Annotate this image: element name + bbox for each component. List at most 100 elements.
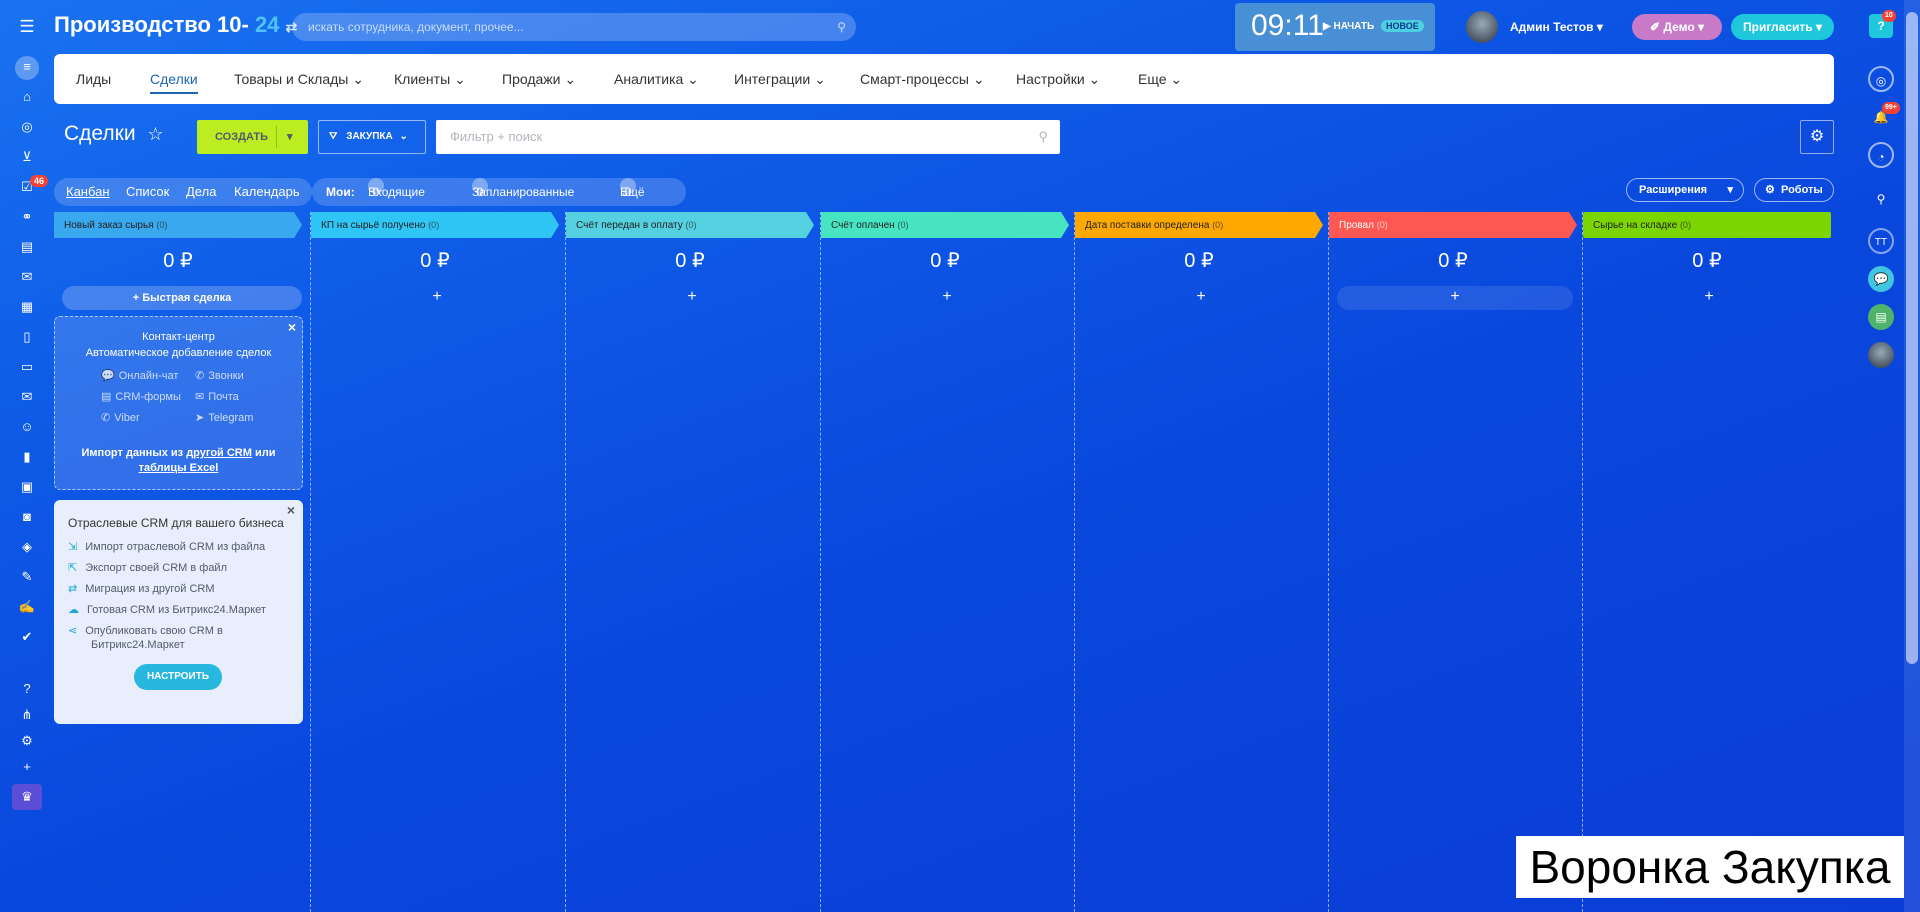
user-avatar-small[interactable] bbox=[1868, 342, 1894, 368]
settings-button[interactable]: ⚙ bbox=[1800, 120, 1834, 154]
industry-item[interactable]: ⇄ Миграция из другой CRM bbox=[68, 582, 215, 595]
view-kanban[interactable]: Канбан bbox=[66, 178, 110, 206]
industry-item[interactable]: ⇲ Импорт отраслевой CRM из файла bbox=[68, 540, 265, 553]
search-icon[interactable]: ⚲ bbox=[837, 13, 846, 41]
tab-leads[interactable]: Лиды bbox=[76, 54, 111, 104]
worktime-widget[interactable]: 09:11 ▶ НАЧАТЬ НОВОЕ bbox=[1235, 3, 1435, 51]
robot-icon[interactable]: ◙ bbox=[16, 506, 38, 528]
search-icon[interactable]: ⚲ bbox=[1038, 120, 1048, 154]
import-other-crm-link[interactable]: другой CRM bbox=[186, 447, 252, 459]
crown-icon[interactable]: ♛ bbox=[12, 784, 42, 810]
chart-icon[interactable]: ▮ bbox=[16, 446, 38, 468]
plus-icon[interactable]: + bbox=[16, 756, 38, 778]
column-header[interactable]: Дата поставки определена (0) bbox=[1075, 212, 1323, 238]
add-deal-button[interactable]: + bbox=[1591, 286, 1827, 310]
create-dropdown-icon[interactable]: ▾ bbox=[287, 120, 293, 154]
view-activities[interactable]: Дела bbox=[186, 178, 216, 206]
industry-item[interactable]: ⇱ Экспорт своей CRM в файл bbox=[68, 561, 227, 574]
add-deal-button[interactable]: + bbox=[319, 286, 555, 310]
add-deal-button[interactable]: + bbox=[1337, 286, 1573, 310]
star-icon[interactable]: ☆ bbox=[147, 124, 163, 144]
import-excel-link[interactable]: таблицы Excel bbox=[139, 462, 219, 474]
quick-deal-button[interactable]: + Быстрая сделка bbox=[62, 286, 302, 310]
counter-more[interactable]: 0 Ещё ⌄ bbox=[620, 178, 645, 206]
add-deal-button[interactable]: + bbox=[574, 286, 810, 310]
document-icon[interactable]: ▤ bbox=[16, 236, 38, 258]
check-circle-icon[interactable]: ✔ bbox=[16, 626, 38, 648]
global-search-input[interactable]: искать сотрудника, документ, прочее... ⚲ bbox=[292, 13, 856, 41]
tab-settings[interactable]: Настройки ⌄ bbox=[1016, 54, 1100, 104]
user-menu[interactable]: Админ Тестов ▾ bbox=[1510, 20, 1603, 34]
mail-icon[interactable]: ✉ bbox=[16, 386, 38, 408]
cart-icon[interactable]: ⊻ bbox=[16, 146, 38, 168]
add-deal-button[interactable]: + bbox=[829, 286, 1065, 310]
group-icon[interactable]: ☺ bbox=[16, 416, 38, 438]
messages-icon[interactable]: ◔ bbox=[1868, 142, 1894, 168]
tab-analytics[interactable]: Аналитика ⌄ bbox=[614, 54, 699, 104]
copilot-icon[interactable]: ◎ bbox=[1868, 66, 1894, 92]
column-header[interactable]: КП на сырьё получено (0) bbox=[311, 212, 559, 238]
demo-button[interactable]: ✐ Демо ▾ bbox=[1632, 14, 1722, 40]
tab-more[interactable]: Еще ⌄ bbox=[1138, 54, 1182, 104]
sign-icon[interactable]: ✍ bbox=[16, 596, 38, 618]
tab-deals[interactable]: Сделки bbox=[150, 54, 198, 104]
robots-button[interactable]: ⚙ Роботы bbox=[1754, 178, 1834, 202]
industry-item[interactable]: ☁ Готовая CRM из Битрикс24.Маркет bbox=[68, 603, 266, 616]
search-icon[interactable]: ⚲ bbox=[1868, 186, 1894, 212]
pipeline-button[interactable]: ⛛ ЗАКУПКА ⌄ bbox=[318, 120, 426, 154]
edit-icon[interactable]: ✎ bbox=[16, 566, 38, 588]
user-name: Админ Тестов bbox=[1510, 20, 1594, 34]
filter-icon[interactable]: ≡ bbox=[15, 56, 39, 80]
user-initials[interactable]: ТТ bbox=[1868, 228, 1894, 254]
calendar-icon[interactable]: ▦ bbox=[16, 296, 38, 318]
column-count: (0) bbox=[1376, 220, 1388, 230]
channel-mail[interactable]: ✉ Почта bbox=[195, 390, 239, 403]
target-icon[interactable]: ◎ bbox=[16, 116, 38, 138]
scrollbar-thumb[interactable] bbox=[1906, 12, 1918, 664]
filter-search-input[interactable]: Фильтр + поиск ⚲ bbox=[436, 120, 1060, 154]
channel-crm-forms[interactable]: ▤ CRM-формы bbox=[101, 390, 181, 403]
drive-icon[interactable]: ▭ bbox=[16, 356, 38, 378]
extensions-button[interactable]: Расширения ▾ bbox=[1626, 178, 1744, 202]
contact-icon[interactable]: ▣ bbox=[16, 476, 38, 498]
channel-viber[interactable]: ✆ Viber bbox=[101, 411, 140, 424]
chat-icon[interactable]: 💬 bbox=[1868, 266, 1894, 292]
user-avatar[interactable] bbox=[1466, 11, 1498, 43]
view-calendar[interactable]: Календарь bbox=[234, 178, 300, 206]
channel-calls[interactable]: ✆ Звонки bbox=[195, 369, 244, 382]
column-header[interactable]: Счёт оплачен (0) bbox=[821, 212, 1069, 238]
column-header[interactable]: Счёт передан в оплату (0) bbox=[566, 212, 814, 238]
column-header[interactable]: Провал (0) bbox=[1329, 212, 1577, 238]
chat-icon[interactable]: ✉ bbox=[16, 266, 38, 288]
portal-title[interactable]: Производство 10- 24 ⇄ bbox=[54, 12, 297, 38]
tab-integrations[interactable]: Интеграции ⌄ bbox=[734, 54, 826, 104]
start-button[interactable]: ▶ НАЧАТЬ bbox=[1323, 21, 1374, 32]
structure-icon[interactable]: ⋔ bbox=[16, 704, 38, 726]
tab-sales[interactable]: Продажи ⌄ bbox=[502, 54, 576, 104]
invite-button[interactable]: Пригласить ▾ bbox=[1731, 14, 1834, 40]
note-icon[interactable]: ▤ bbox=[1868, 304, 1894, 330]
close-icon[interactable]: × bbox=[287, 502, 295, 518]
tab-products-label: Товары и Склады bbox=[234, 71, 349, 87]
bank-icon[interactable]: ⌂ bbox=[16, 86, 38, 108]
industry-item-cont[interactable]: Битрикс24.Маркет bbox=[91, 639, 185, 651]
menu-icon[interactable]: ☰ bbox=[16, 16, 38, 38]
column-header[interactable]: Сырье на складке (0) bbox=[1583, 212, 1831, 238]
crm-icon[interactable]: ⚭ bbox=[16, 206, 38, 228]
channel-online-chat[interactable]: 💬 Онлайн-чат bbox=[101, 369, 178, 382]
add-deal-button[interactable]: + bbox=[1083, 286, 1319, 310]
box-icon[interactable]: ◈ bbox=[16, 536, 38, 558]
setup-button[interactable]: НАСТРОИТЬ bbox=[134, 664, 222, 690]
file-icon[interactable]: ▯ bbox=[16, 326, 38, 348]
create-button[interactable]: СОЗДАТЬ ▾ bbox=[197, 120, 308, 154]
view-switcher: Канбан Список Дела Календарь bbox=[54, 178, 312, 206]
tab-clients[interactable]: Клиенты ⌄ bbox=[394, 54, 466, 104]
tab-smart-processes[interactable]: Смарт-процессы ⌄ bbox=[860, 54, 985, 104]
view-list[interactable]: Список bbox=[126, 178, 169, 206]
column-header[interactable]: Новый заказ сырья (0) bbox=[54, 212, 302, 238]
tab-products[interactable]: Товары и Склады ⌄ bbox=[234, 54, 364, 104]
channel-telegram[interactable]: ➤ Telegram bbox=[195, 411, 253, 424]
settings-icon[interactable]: ⚙ bbox=[16, 730, 38, 752]
industry-item[interactable]: ⋖ Опубликовать свою CRM в bbox=[68, 624, 223, 637]
help-icon[interactable]: ? bbox=[16, 678, 38, 700]
